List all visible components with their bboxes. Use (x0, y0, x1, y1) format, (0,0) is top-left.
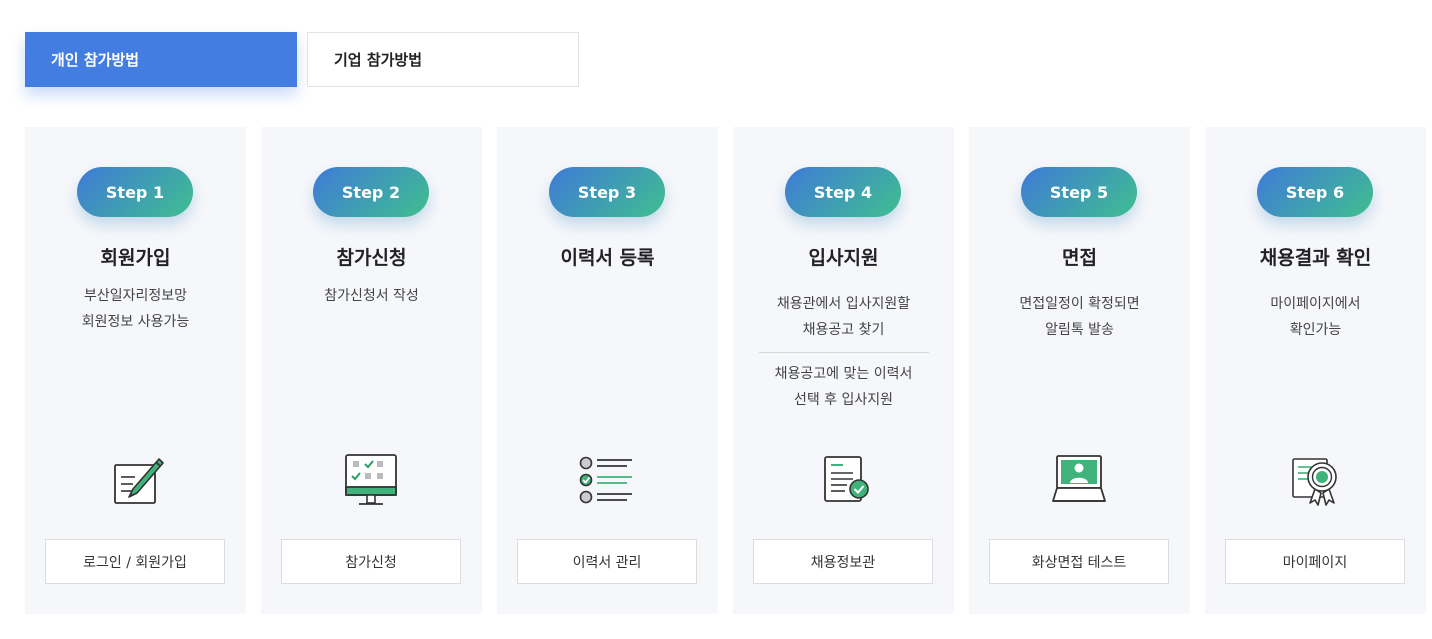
step-badge: Step 2 (313, 167, 429, 217)
step-description: 채용관에서 입사지원할 채용공고 찾기 채용공고에 맞는 이력서 선택 후 입사… (743, 291, 944, 413)
apply-button[interactable]: 참가신청 (281, 539, 461, 584)
desc-line: 채용공고 찾기 (802, 322, 885, 338)
step-title: 회원가입 (100, 247, 171, 269)
pencil-form-icon (105, 453, 165, 509)
desc-line: 부산일자리정보망 (83, 288, 188, 304)
document-check-icon (813, 453, 873, 509)
desc-line: 선택 후 입사지원 (793, 392, 894, 408)
video-interview-test-button[interactable]: 화상면접 테스트 (989, 539, 1169, 584)
step-card-2: Step 2 참가신청 참가신청서 작성 참가신청 (261, 127, 482, 614)
desc-line: 참가신청서 작성 (324, 288, 419, 304)
step-card-6: Step 6 채용결과 확인 마이페이지에서 확인가능 마이페이지 (1205, 127, 1426, 614)
step-description: 부산일자리정보망 회원정보 사용가능 (35, 283, 236, 335)
desc-line: 알림톡 발송 (1045, 322, 1114, 338)
step-title: 입사지원 (808, 247, 879, 269)
step-badge: Step 5 (1021, 167, 1137, 217)
description-divider (758, 352, 929, 353)
step-card-4: Step 4 입사지원 채용관에서 입사지원할 채용공고 찾기 채용공고에 맞는… (733, 127, 954, 614)
step-card-1: Step 1 회원가입 부산일자리정보망 회원정보 사용가능 로그인 / 회원가… (25, 127, 246, 614)
resume-manage-button[interactable]: 이력서 관리 (517, 539, 697, 584)
desc-line: 확인가능 (1289, 322, 1342, 338)
step-badge: Step 3 (549, 167, 665, 217)
steps-container: Step 1 회원가입 부산일자리정보망 회원정보 사용가능 로그인 / 회원가… (25, 127, 1426, 614)
step-title: 면접 (1062, 247, 1097, 269)
step-badge: Step 1 (77, 167, 193, 217)
step-description: 참가신청서 작성 (271, 283, 472, 309)
desc-line: 채용관에서 입사지원할 (776, 296, 911, 312)
desc-line: 면접일정이 확정되면 (1019, 296, 1140, 312)
step-description: 면접일정이 확정되면 알림톡 발송 (979, 291, 1180, 343)
step-title: 이력서 등록 (560, 247, 655, 269)
monitor-checklist-icon (341, 453, 401, 509)
job-info-button[interactable]: 채용정보관 (753, 539, 933, 584)
step-badge: Step 4 (785, 167, 901, 217)
desc-line: 마이페이지에서 (1270, 296, 1361, 312)
tab-individual[interactable]: 개인 참가방법 (25, 32, 297, 87)
tab-bar: 개인 참가방법 기업 참가방법 (25, 32, 579, 87)
laptop-video-icon (1049, 453, 1109, 509)
step-card-3: Step 3 이력서 등록 이력서 관리 (497, 127, 718, 614)
mypage-button[interactable]: 마이페이지 (1225, 539, 1405, 584)
desc-line: 채용공고에 맞는 이력서 (774, 366, 913, 382)
tab-company[interactable]: 기업 참가방법 (307, 32, 579, 87)
step-card-5: Step 5 면접 면접일정이 확정되면 알림톡 발송 화상면접 테스트 (969, 127, 1190, 614)
certificate-icon (1285, 453, 1345, 509)
step-title: 참가신청 (336, 247, 407, 269)
step-description: 마이페이지에서 확인가능 (1215, 291, 1416, 343)
step-badge: Step 6 (1257, 167, 1373, 217)
login-signup-button[interactable]: 로그인 / 회원가입 (45, 539, 225, 584)
checklist-icon (577, 453, 637, 509)
step-title: 채용결과 확인 (1259, 247, 1372, 269)
desc-line: 회원정보 사용가능 (81, 314, 190, 330)
